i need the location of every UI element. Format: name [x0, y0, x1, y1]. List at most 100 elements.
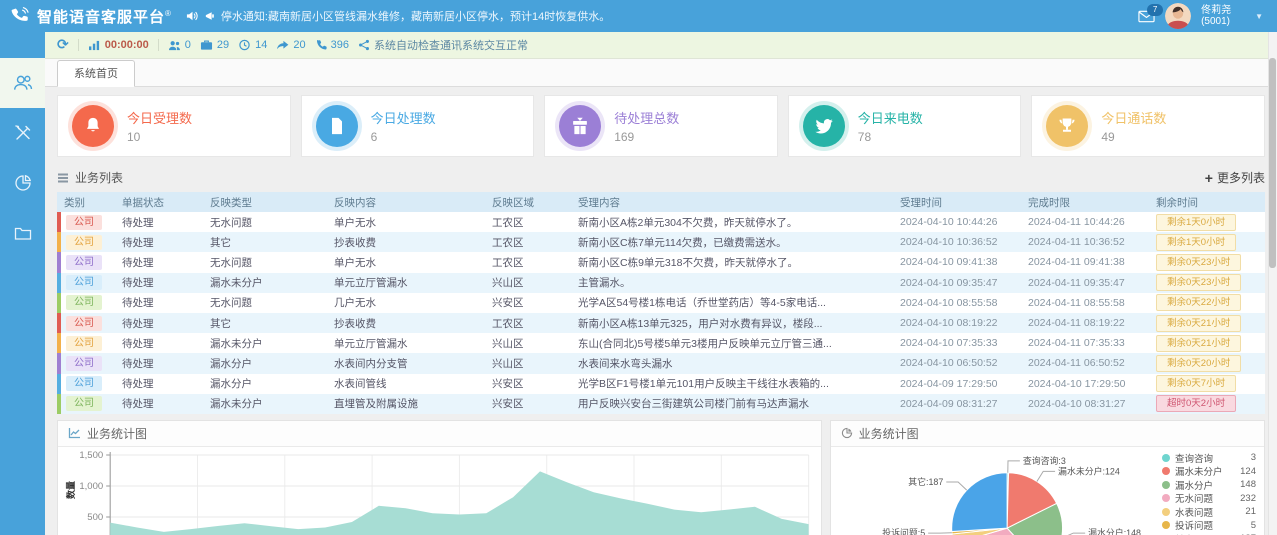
history-count: 14	[238, 39, 267, 51]
table-row[interactable]: 公司待处理无水问题几户无水兴安区光学A区54号楼1栋电话（乔世堂药店）等4-5家…	[57, 293, 1265, 313]
table-row[interactable]: 公司待处理其它抄表收费工农区新南小区A栋13单元325，用户对水费有异议，楼段.…	[57, 313, 1265, 333]
app-title: 智能语音客服平台®	[37, 6, 172, 27]
stat-card: 今日受理数10	[57, 95, 291, 157]
clock-history-icon	[238, 39, 251, 51]
table-cell: 公司	[57, 356, 115, 371]
column-header: 反映区域	[485, 195, 571, 210]
remaining-time-badge: 超时0天2小时	[1156, 395, 1236, 412]
line-chart-icon	[68, 427, 81, 439]
chevron-down-icon[interactable]: ▼	[1255, 12, 1263, 21]
legend-name: 漏水分户	[1175, 478, 1231, 492]
tools-icon	[13, 123, 33, 143]
table-row[interactable]: 公司待处理漏水分户水表间管线兴安区光学B区F1号楼1单元101用户反映主干线往水…	[57, 374, 1265, 394]
table-row[interactable]: 公司待处理漏水未分户直埋管及附属设施兴安区用户反映兴安台三街建筑公司楼门前有马达…	[57, 394, 1265, 414]
column-header: 剩余时间	[1149, 195, 1265, 210]
tab-bar: 系统首页	[45, 59, 1277, 87]
stat-cards: 今日受理数10今日处理数6待处理总数169今日来电数78今日通话数49	[57, 95, 1265, 157]
legend-value: 21	[1236, 506, 1256, 517]
svg-text:查询咨询:3: 查询咨询:3	[1023, 455, 1066, 466]
folder-icon	[13, 223, 33, 243]
remaining-time-badge: 剩余0天23小时	[1156, 254, 1241, 271]
table-cell: 新南小区C栋9单元318不欠费，昨天就停水了。	[571, 255, 893, 270]
statusbar: ⟳ 00:00:00 0 29 14 20	[45, 32, 1277, 59]
queue-count: 29	[200, 39, 229, 51]
table-cell: 待处理	[115, 275, 203, 290]
table-cell: 漏水未分户	[203, 336, 327, 351]
scrollbar[interactable]	[1268, 32, 1277, 535]
category-badge: 公司	[66, 255, 102, 270]
remaining-time-badge: 剩余1天0小时	[1156, 214, 1236, 231]
table-row[interactable]: 公司待处理漏水未分户单元立厅管漏水兴山区东山(合同北)5号楼5单元3楼用户反映单…	[57, 333, 1265, 353]
table-cell: 2024-04-11 06:50:52	[1021, 357, 1149, 369]
table-row[interactable]: 公司待处理其它抄表收费工农区新南小区C栋7单元114欠费，已缴费需送水。2024…	[57, 232, 1265, 252]
legend-item[interactable]: 水表问题21	[1162, 505, 1256, 519]
sidebar-item-statistics[interactable]	[0, 158, 45, 208]
column-header: 类别	[57, 195, 115, 210]
table-header-row: 类别单据状态反映类型反映内容反映区域受理内容受理时间完成时限剩余时间	[57, 192, 1265, 212]
table-row[interactable]: 公司待处理漏水分户水表间内分支管兴山区水表间来水弯头漏水2024-04-10 0…	[57, 353, 1265, 373]
legend-item[interactable]: 漏水分户148	[1162, 478, 1256, 492]
stat-card: 今日处理数6	[301, 95, 535, 157]
table-cell: 公司	[57, 295, 115, 310]
sidebar-item-customer-service[interactable]	[0, 58, 45, 108]
legend-dot	[1162, 508, 1170, 516]
svg-text:漏水未分户:124: 漏水未分户:124	[1058, 465, 1120, 476]
app-title-sup: ®	[165, 9, 172, 18]
briefcase-icon	[200, 39, 213, 51]
trophy-icon	[1046, 105, 1088, 147]
legend-value: 124	[1236, 466, 1256, 477]
table-row[interactable]: 公司待处理漏水未分户单元立厅管漏水兴山区主管漏水。2024-04-10 09:3…	[57, 273, 1265, 293]
legend-value: 232	[1236, 493, 1256, 504]
table-row[interactable]: 公司待处理无水问题单户无水工农区新南小区A栋2单元304不欠费，昨天就停水了。2…	[57, 212, 1265, 232]
signal-icon	[88, 40, 101, 51]
table-cell: 兴山区	[485, 275, 571, 290]
document-icon	[316, 105, 358, 147]
legend-item[interactable]: 无水问题 232	[1162, 491, 1256, 505]
mail-button[interactable]: 7	[1138, 10, 1155, 23]
table-cell: 东山(合同北)5号楼5单元3楼用户反映单元立厅管三通...	[571, 336, 893, 351]
call-timer: 00:00:00	[88, 39, 149, 51]
table-cell: 单元立厅管漏水	[327, 336, 485, 351]
table-cell: 水表间来水弯头漏水	[571, 356, 893, 371]
table-cell: 超时0天2小时	[1149, 395, 1265, 412]
legend-item[interactable]: 查询咨询3	[1162, 451, 1256, 465]
table-cell: 光学B区F1号楼1单元101用户反映主干线往水表箱的...	[571, 376, 893, 391]
table-cell: 主管漏水。	[571, 275, 893, 290]
column-header: 反映内容	[327, 195, 485, 210]
sidebar-item-tools[interactable]	[0, 108, 45, 158]
stat-card-title: 今日处理数	[371, 108, 436, 127]
people-icon	[168, 40, 181, 51]
system-check-status: 系统自动检查通讯系统交互正常	[358, 37, 528, 53]
table-cell: 兴安区	[485, 376, 571, 391]
svg-text:投诉问题:5: 投诉问题:5	[882, 527, 925, 535]
table-cell: 2024-04-09 17:29:50	[893, 378, 1021, 390]
svg-text:500: 500	[87, 512, 103, 523]
stat-card-value: 49	[1101, 130, 1166, 144]
legend-item[interactable]: 漏水未分户124	[1162, 464, 1256, 478]
sidebar-item-files[interactable]	[0, 208, 45, 258]
more-lists-link[interactable]: + 更多列表	[1205, 169, 1265, 186]
refresh-icon[interactable]: ⟳	[57, 37, 69, 53]
user-menu[interactable]: 佟莉尧 (5001)	[1201, 5, 1231, 28]
table-cell: 光学A区54号楼1栋电话（乔世堂药店）等4-5家电话...	[571, 295, 893, 310]
table-row[interactable]: 公司待处理无水问题单户无水工农区新南小区C栋9单元318不欠费，昨天就停水了。2…	[57, 252, 1265, 272]
legend-dot	[1162, 521, 1170, 529]
table-cell: 2024-04-10 08:19:22	[893, 317, 1021, 329]
category-badge: 公司	[66, 356, 102, 371]
tab-home[interactable]: 系统首页	[57, 60, 135, 87]
legend-dot	[1162, 467, 1170, 475]
scrollbar-thumb[interactable]	[1269, 58, 1276, 268]
avatar[interactable]	[1165, 3, 1191, 29]
stat-card-title: 待处理总数	[614, 108, 679, 127]
status-message: 系统自动检查通讯系统交互正常	[374, 37, 528, 53]
table-cell: 剩余0天21小时	[1149, 315, 1265, 332]
legend-name: 无水问题	[1175, 491, 1231, 505]
table-cell: 兴安区	[485, 295, 571, 310]
table-cell: 几户无水	[327, 295, 485, 310]
bell-icon	[72, 105, 114, 147]
legend-item[interactable]: 投诉问题5	[1162, 518, 1256, 532]
category-badge: 公司	[66, 295, 102, 310]
table-cell: 待处理	[115, 336, 203, 351]
biz-list-header: 业务列表 + 更多列表	[57, 169, 1265, 186]
pie-panel-header: 业务统计图	[831, 421, 1264, 447]
